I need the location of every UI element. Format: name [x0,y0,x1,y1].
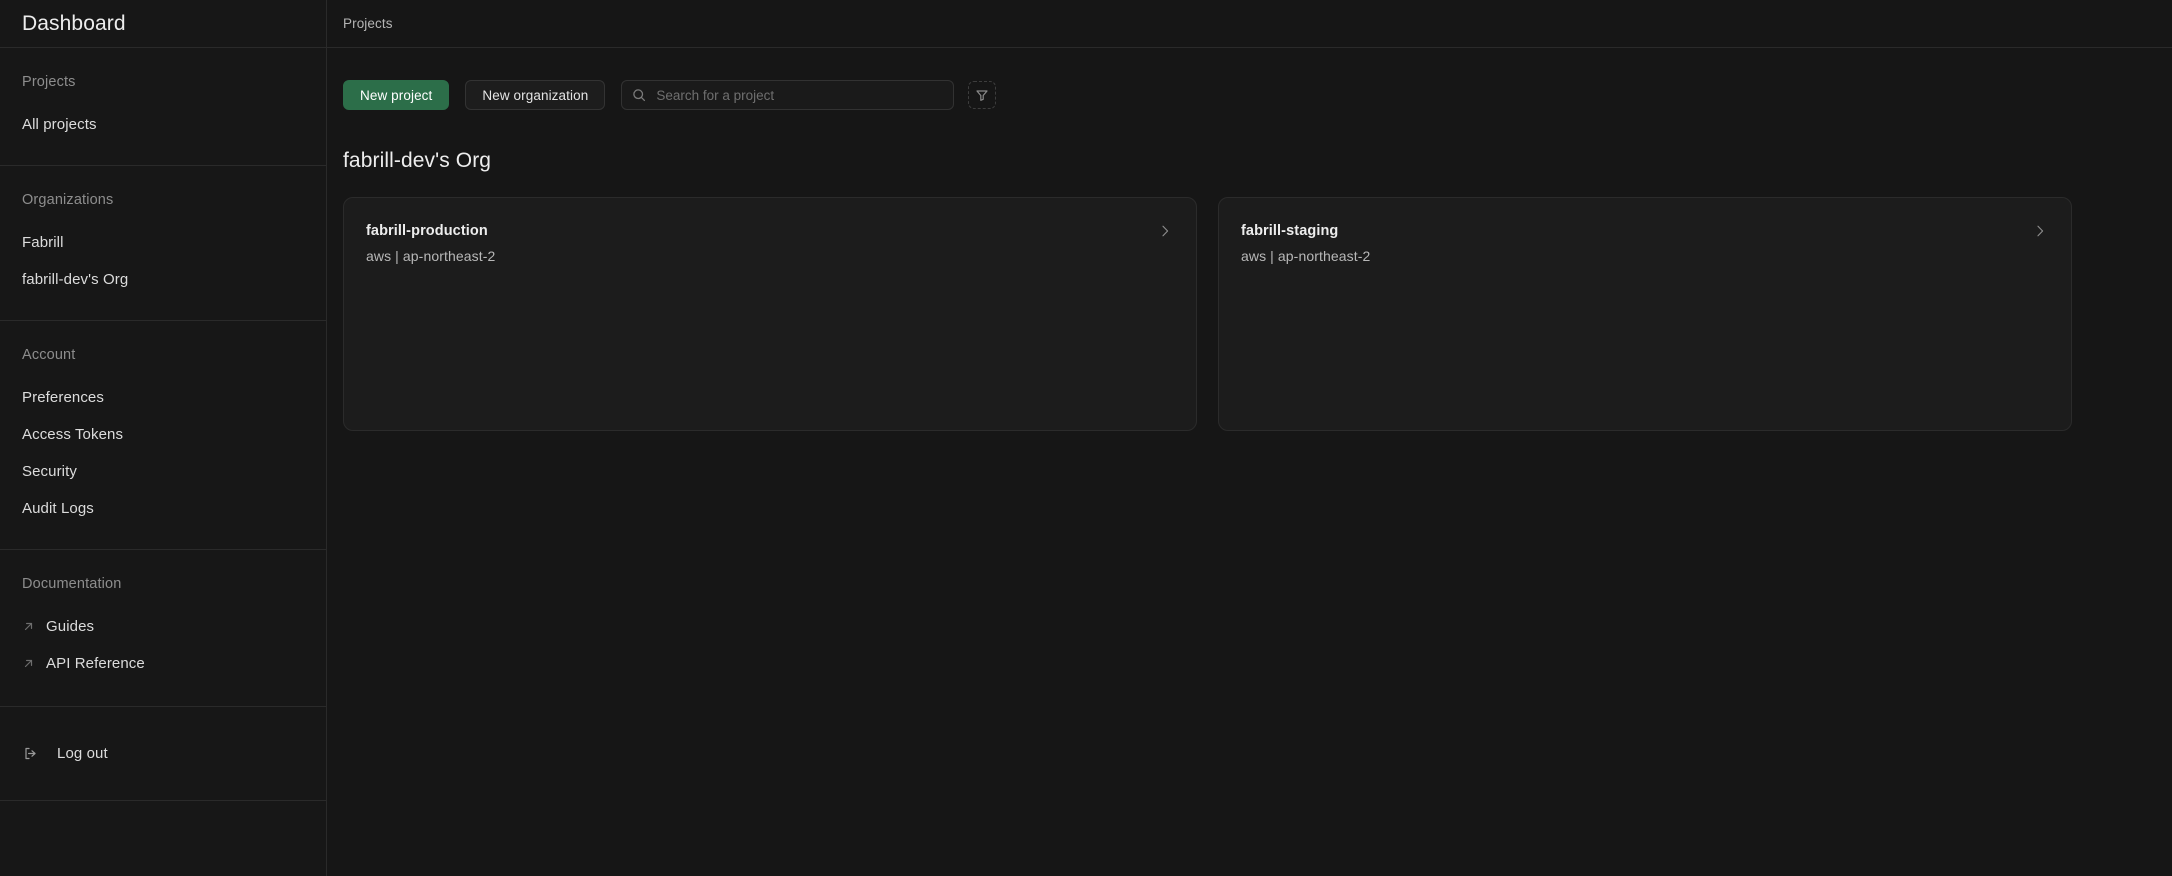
new-project-button[interactable]: New project [343,80,450,110]
project-meta: aws | ap-northeast-2 [366,248,496,264]
app-root: Dashboard Projects All projects Organiza… [0,0,2172,876]
breadcrumb: Projects [327,0,2172,48]
filter-button[interactable] [968,81,997,109]
sidebar-item-access-tokens[interactable]: Access Tokens [0,416,326,453]
new-organization-button[interactable]: New organization [465,80,606,110]
main-content: Projects New project New organization Se… [327,0,2172,876]
sidebar-item-label: Preferences [22,388,104,406]
project-name: fabrill-staging [1241,223,1339,239]
sidebar-item-label: Guides [46,617,95,635]
section-label-organizations: Organizations [22,192,114,208]
sidebar-item-all-projects[interactable]: All projects [0,106,326,143]
sidebar-item-label: Fabrill [22,233,64,251]
breadcrumb-item-projects[interactable]: Projects [343,16,393,31]
sidebar-item-label: fabrill-dev's Org [22,270,129,288]
sidebar-item-guides[interactable]: Guides [0,608,326,645]
org-section-title: fabrill-dev's Org [343,149,492,172]
toolbar: New project New organization [327,48,2172,121]
project-grid: fabrill-production aws | ap-northeast-2 … [343,197,2156,431]
sidebar-section-organizations: Organizations Fabrill fabrill-dev's Org [0,166,326,321]
sidebar-item-label: Audit Logs [22,499,94,517]
chevron-right-icon [2032,223,2048,239]
sidebar-item-api-reference[interactable]: API Reference [0,645,326,682]
logout-button[interactable]: Log out [0,735,326,772]
sidebar-item-security[interactable]: Security [0,453,326,490]
project-card[interactable]: fabrill-production aws | ap-northeast-2 [343,197,1197,431]
section-label-projects: Projects [22,74,76,90]
sidebar-header: Dashboard [0,0,326,48]
sidebar-item-fabrill-dev-org[interactable]: fabrill-dev's Org [0,261,326,298]
section-label-account: Account [22,347,76,363]
section-label-documentation: Documentation [22,576,122,592]
dashboard-title: Dashboard [22,11,126,35]
logout-icon [22,745,39,762]
sidebar-section-projects: Projects All projects [0,48,326,166]
sidebar-item-label: API Reference [46,654,145,672]
filter-funnel-icon [975,88,989,102]
sidebar-item-label: Security [22,462,77,480]
project-card[interactable]: fabrill-staging aws | ap-northeast-2 [1218,197,2072,431]
external-link-icon [22,620,35,633]
sidebar-item-fabrill[interactable]: Fabrill [0,224,326,261]
external-link-icon [22,657,35,670]
sidebar-item-preferences[interactable]: Preferences [0,379,326,416]
sidebar-section-account: Account Preferences Access Tokens Securi… [0,321,326,550]
sidebar-section-documentation: Documentation Guides API Reference [0,550,326,707]
sidebar-section-logout: Log out [0,707,326,801]
projects-content: fabrill-dev's Org fabrill-production aws… [327,121,2172,876]
project-meta: aws | ap-northeast-2 [1241,248,1371,264]
project-name: fabrill-production [366,223,488,239]
sidebar-item-audit-logs[interactable]: Audit Logs [0,490,326,527]
sidebar: Dashboard Projects All projects Organiza… [0,0,327,876]
logout-label: Log out [57,744,108,762]
search-input[interactable] [621,80,955,110]
sidebar-item-label: All projects [22,115,97,133]
chevron-right-icon [1157,223,1173,239]
search-field-wrapper [621,80,955,110]
sidebar-item-label: Access Tokens [22,425,124,443]
